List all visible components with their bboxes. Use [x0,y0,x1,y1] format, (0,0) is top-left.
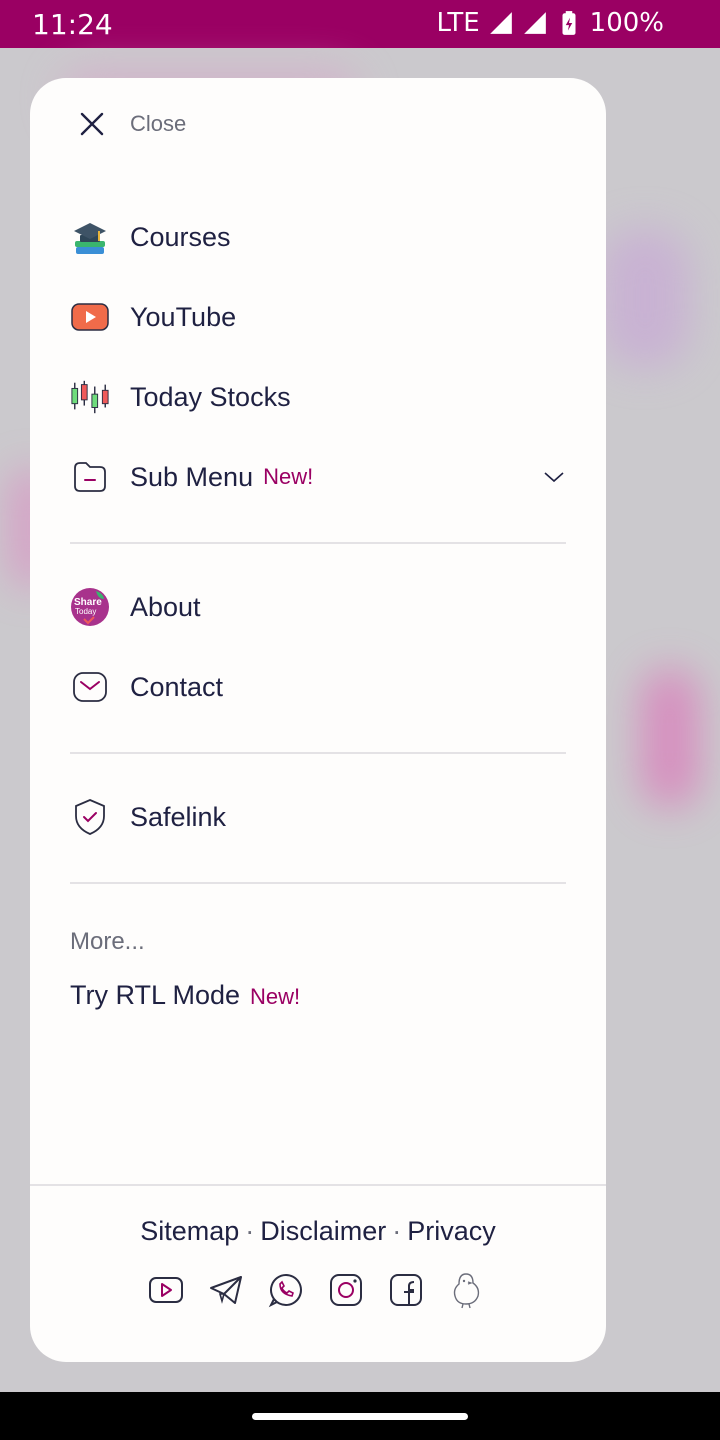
candlestick-chart-icon [70,377,110,417]
menu-item-courses[interactable]: Courses [70,205,566,269]
separator: · [245,1216,255,1246]
navigation-drawer: Close Courses YouTube Today Stocks Sub M… [30,78,606,1362]
youtube-icon [70,297,110,337]
separator: · [392,1216,402,1246]
status-right: LTE 100% [436,8,664,38]
folder-icon [70,457,110,497]
divider [70,882,566,884]
menu-item-about[interactable]: Share Today About [70,575,566,639]
divider [70,542,566,544]
menu-item-contact[interactable]: Contact [70,655,566,719]
close-button[interactable]: Close [78,110,186,138]
menu-item-youtube[interactable]: YouTube [70,285,566,349]
signal-icon [489,12,512,34]
social-links [148,1272,484,1309]
menu-item-label: YouTube [130,301,237,332]
status-bar: 11:24 LTE 100% [0,0,720,48]
more-heading: More... [70,928,145,955]
graduation-cap-books-icon [70,217,110,257]
sitemap-link[interactable]: Sitemap [140,1216,239,1246]
menu-item-label: Safelink [130,801,227,832]
telegram-icon[interactable] [208,1272,244,1308]
facebook-icon[interactable] [388,1272,424,1308]
menu-item-label: Sub Menu [130,461,254,492]
menu-item-sub-menu[interactable]: Sub Menu New! [70,445,566,509]
signal-icon [523,12,546,34]
new-badge: New! [263,464,314,489]
menu-item-label: Today Stocks [130,381,291,412]
menu-item-label: About [130,591,201,622]
disclaimer-link[interactable]: Disclaimer [260,1216,386,1246]
home-gesture-handle[interactable] [252,1413,468,1420]
battery-icon [562,11,576,35]
status-time: 11:24 [32,8,113,41]
menu-item-label: Courses [130,221,231,252]
chevron-down-icon[interactable] [542,465,566,489]
youtube-icon[interactable] [148,1272,184,1308]
shield-check-icon [70,797,110,837]
footer-divider [30,1184,606,1186]
chick-icon[interactable] [448,1272,484,1309]
footer-links: Sitemap · Disclaimer · Privacy [30,1216,606,1247]
menu-item-safelink[interactable]: Safelink [70,785,566,849]
close-label: Close [130,111,187,136]
system-navigation-bar [0,1392,720,1440]
instagram-icon[interactable] [328,1272,364,1308]
divider [70,752,566,754]
privacy-link[interactable]: Privacy [407,1216,496,1246]
rtl-label: Try RTL Mode [70,980,241,1010]
share-today-logo: Share Today [70,587,110,627]
network-label: LTE [436,8,480,38]
close-icon [80,112,104,136]
menu-item-today-stocks[interactable]: Today Stocks [70,365,566,429]
logo-text-today: Today [75,607,96,616]
battery-level: 100% [589,8,664,38]
try-rtl-mode-link[interactable]: Try RTL Mode New! [70,980,300,1011]
menu-item-label: Contact [130,671,224,702]
whatsapp-icon[interactable] [268,1272,304,1308]
backdrop-shape [640,668,700,808]
mail-icon [70,667,110,707]
new-badge: New! [250,984,301,1009]
backdrop-shape [600,228,690,368]
